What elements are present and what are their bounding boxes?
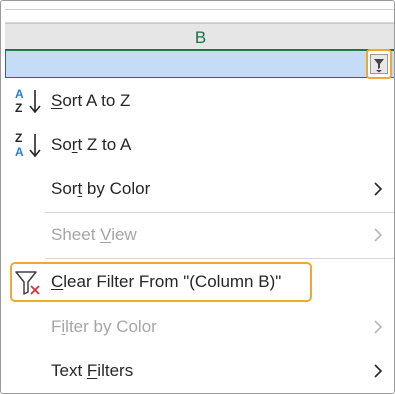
menu-item-label: Sort Z to A (51, 135, 132, 154)
chevron-right-icon (374, 182, 383, 196)
svg-text:Z: Z (15, 131, 22, 145)
menu-item-label: Sort A to Z (51, 91, 131, 110)
svg-text:A: A (15, 87, 24, 101)
menu-item-sheet-view: Sheet View (5, 213, 394, 257)
top-strip (5, 1, 394, 23)
menu-item-label: Text Filters (51, 361, 134, 380)
filter-menu: A Z Sort A to Z Z A Sort Z to A Sort by … (5, 79, 394, 393)
sort-a-to-z-icon: A Z (15, 87, 41, 115)
chevron-right-icon (374, 320, 383, 334)
menu-separator (45, 258, 394, 259)
chevron-right-icon (374, 364, 383, 378)
menu-item-label: Sort by Color (51, 179, 151, 198)
clear-filter-highlight (10, 262, 312, 302)
menu-item-filter-by-color: Filter by Color (5, 305, 394, 349)
chevron-right-icon (374, 228, 383, 242)
column-header-b[interactable]: B (5, 23, 394, 51)
svg-text:Z: Z (15, 101, 22, 115)
menu-item-text-filters[interactable]: Text Filters (5, 349, 394, 393)
menu-item-sort-by-color[interactable]: Sort by Color (5, 167, 394, 211)
filter-dropdown-button[interactable] (370, 54, 388, 74)
sort-z-to-a-icon: Z A (15, 131, 41, 159)
filter-dropdown-panel: B A Z Sort A to Z Z A Sort Z to A Sort b… (0, 0, 395, 394)
menu-item-sort-z-a[interactable]: Z A Sort Z to A (5, 123, 394, 167)
menu-item-label: Filter by Color (51, 317, 157, 336)
svg-text:A: A (15, 145, 24, 159)
menu-item-sort-a-z[interactable]: A Z Sort A to Z (5, 79, 394, 123)
filter-dropdown-icon (374, 59, 384, 73)
selected-cell-b[interactable] (5, 50, 394, 78)
menu-item-label: Sheet View (51, 225, 137, 244)
column-header-label: B (194, 28, 207, 47)
filter-button-highlight (366, 49, 392, 79)
